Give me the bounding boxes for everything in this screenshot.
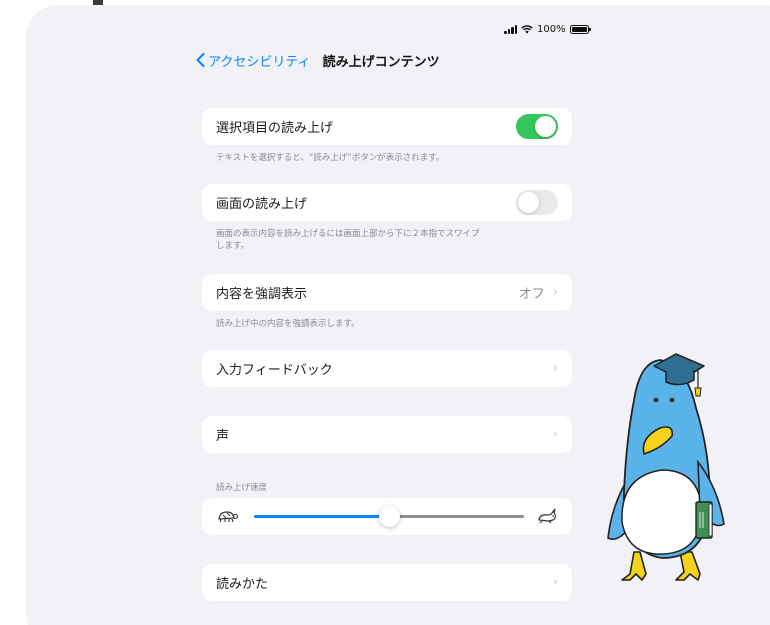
- highlight-content-footer: 読み上げ中の内容を強調表示します。: [216, 319, 360, 329]
- signal-bars-icon: [504, 25, 517, 34]
- navigation-bar: アクセシビリティ 読み上げコンテンツ: [196, 49, 576, 71]
- chevron-right-icon: ›: [552, 285, 558, 300]
- highlight-content-label: 内容を強調表示: [216, 287, 308, 302]
- toggle-knob: [535, 116, 556, 137]
- back-label: アクセシビリティ: [208, 54, 311, 70]
- speak-screen-footer-line1: 画面の表示内容を読み上げるには画面上部から下に２本指でスワイプ: [216, 229, 480, 239]
- highlight-content-value: オフ: [518, 287, 545, 302]
- speak-selection-toggle[interactable]: [516, 114, 558, 139]
- speak-screen-toggle[interactable]: [516, 190, 558, 215]
- speaking-rate-header: 読み上げ速度: [216, 483, 268, 493]
- hare-icon: [538, 508, 556, 524]
- chevron-right-icon: ›: [552, 427, 558, 442]
- back-button[interactable]: アクセシビリティ: [196, 51, 311, 70]
- chevron-left-icon: [196, 53, 205, 67]
- toggle-knob: [518, 192, 539, 213]
- speak-screen-footer-line2: します。: [216, 241, 250, 251]
- page-title: 読み上げコンテンツ: [322, 54, 440, 70]
- pronunciations-label: 読みかた: [216, 577, 269, 592]
- speak-screen-row: 画面の読み上げ: [202, 184, 572, 221]
- typing-feedback-label: 入力フィードバック: [216, 363, 333, 378]
- speak-screen-footer: 画面の表示内容を読み上げるには画面上部から下に２本指でスワイプ します。: [216, 228, 556, 252]
- wifi-icon: [521, 25, 533, 34]
- battery-icon: [569, 25, 591, 34]
- penguin-mascot-illustration: [607, 353, 725, 581]
- status-bar: 100%: [504, 24, 591, 35]
- speaking-rate-row: [202, 498, 572, 535]
- speak-selection-label: 選択項目の読み上げ: [216, 121, 334, 136]
- speak-selection-footer: テキストを選択すると、“読み上げ”ボタンが表示されます。: [216, 153, 445, 163]
- speak-selection-row: 選択項目の読み上げ: [202, 108, 572, 145]
- voices-row[interactable]: 声 ›: [202, 416, 572, 453]
- turtle-icon: [218, 511, 238, 523]
- speak-screen-label: 画面の読み上げ: [216, 197, 308, 212]
- typing-feedback-row[interactable]: 入力フィードバック ›: [202, 350, 572, 387]
- speaking-rate-thumb[interactable]: [379, 506, 400, 527]
- voices-label: 声: [216, 429, 230, 444]
- highlight-content-row[interactable]: 内容を強調表示 オフ ›: [202, 274, 572, 311]
- chevron-right-icon: ›: [552, 575, 558, 590]
- speaking-rate-track[interactable]: [254, 506, 524, 527]
- chevron-right-icon: ›: [552, 361, 558, 376]
- battery-percent: 100%: [537, 24, 566, 35]
- speaking-rate-fill: [254, 515, 389, 518]
- pronunciations-row[interactable]: 読みかた ›: [202, 564, 572, 601]
